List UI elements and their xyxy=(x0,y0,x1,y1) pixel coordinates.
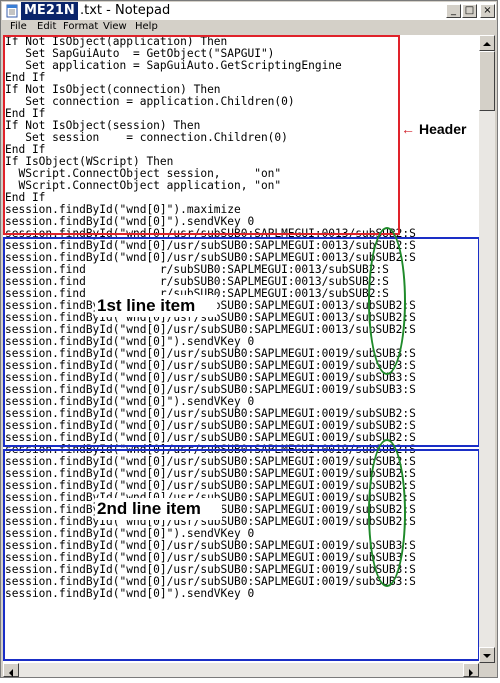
title-bar[interactable]: ME21N .txt - Notepad _ □ × xyxy=(2,2,496,20)
arrow-left-icon[interactable] xyxy=(3,663,19,677)
highlight-oval-0013 xyxy=(368,227,406,375)
header-arrow-icon: ← xyxy=(401,121,415,137)
header-label: Header xyxy=(419,121,467,137)
window-title-file-name: ME21N xyxy=(21,2,78,20)
menu-help[interactable]: Help xyxy=(133,20,160,34)
menu-bar: File Edit Format View Help xyxy=(2,20,496,34)
vertical-scrollbar[interactable] xyxy=(479,35,495,663)
second-line-item-box xyxy=(3,449,479,661)
arrow-right-icon[interactable] xyxy=(463,663,479,677)
menu-format[interactable]: Format xyxy=(61,20,100,34)
horizontal-scrollbar[interactable] xyxy=(3,663,479,677)
first-line-item-label: 1st line item xyxy=(95,295,217,317)
highlight-oval-0019 xyxy=(368,439,406,587)
menu-edit[interactable]: Edit xyxy=(35,20,58,34)
second-line-item-label: 2nd line item xyxy=(95,498,222,520)
first-line-item-box xyxy=(3,237,479,447)
close-button[interactable]: × xyxy=(480,4,495,18)
window-title-suffix: .txt - Notepad xyxy=(80,3,171,18)
vertical-scroll-thumb[interactable] xyxy=(479,51,495,111)
arrow-up-icon[interactable] xyxy=(479,35,495,51)
header-highlight-box xyxy=(3,35,400,235)
menu-file[interactable]: File xyxy=(8,20,29,34)
arrow-down-icon[interactable] xyxy=(479,647,495,663)
resize-grip[interactable] xyxy=(479,663,495,677)
maximize-button[interactable]: □ xyxy=(462,4,477,18)
notepad-window: ME21N .txt - Notepad _ □ × File Edit For… xyxy=(0,0,498,678)
minimize-button[interactable]: _ xyxy=(446,4,461,18)
menu-view[interactable]: View xyxy=(101,20,129,34)
notepad-icon xyxy=(6,4,18,18)
